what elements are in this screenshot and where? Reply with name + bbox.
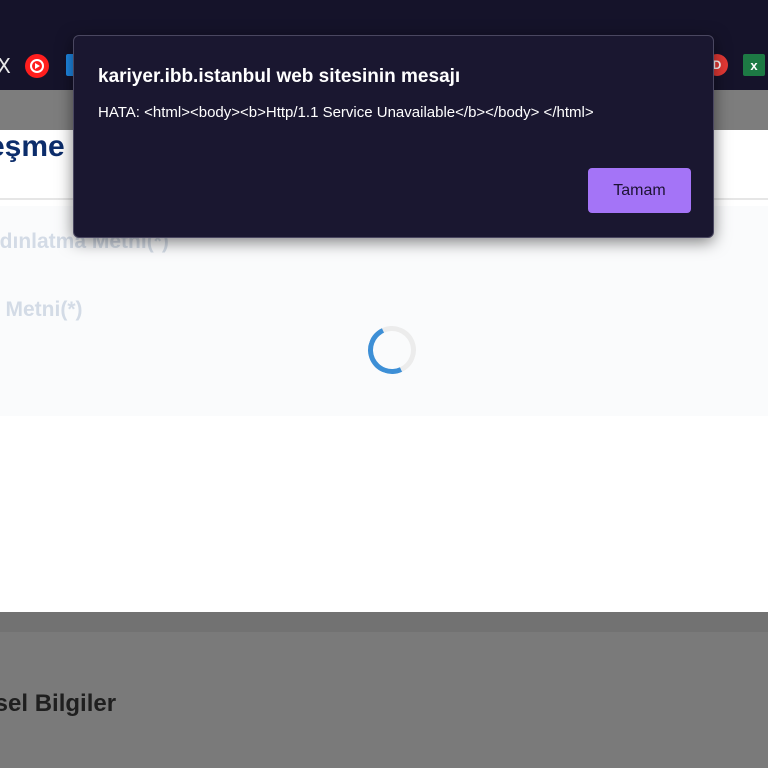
alert-dialog: kariyer.ibb.istanbul web sitesinin mesaj…: [73, 35, 714, 238]
dialog-message: HATA: <html><body><b>Http/1.1 Service Un…: [98, 104, 594, 121]
excel-icon[interactable]: x: [743, 54, 765, 76]
section-separator: [0, 612, 768, 632]
dialog-title: kariyer.ibb.istanbul web sitesinin mesaj…: [98, 66, 461, 87]
x-icon[interactable]: X: [0, 54, 16, 78]
section-heading: isel Bilgiler: [0, 690, 117, 717]
youtube-music-icon[interactable]: [25, 54, 49, 78]
ok-button[interactable]: Tamam: [588, 168, 691, 213]
consent-item-2: e Metni(*): [0, 298, 83, 321]
card-title: eşme: [0, 130, 65, 163]
